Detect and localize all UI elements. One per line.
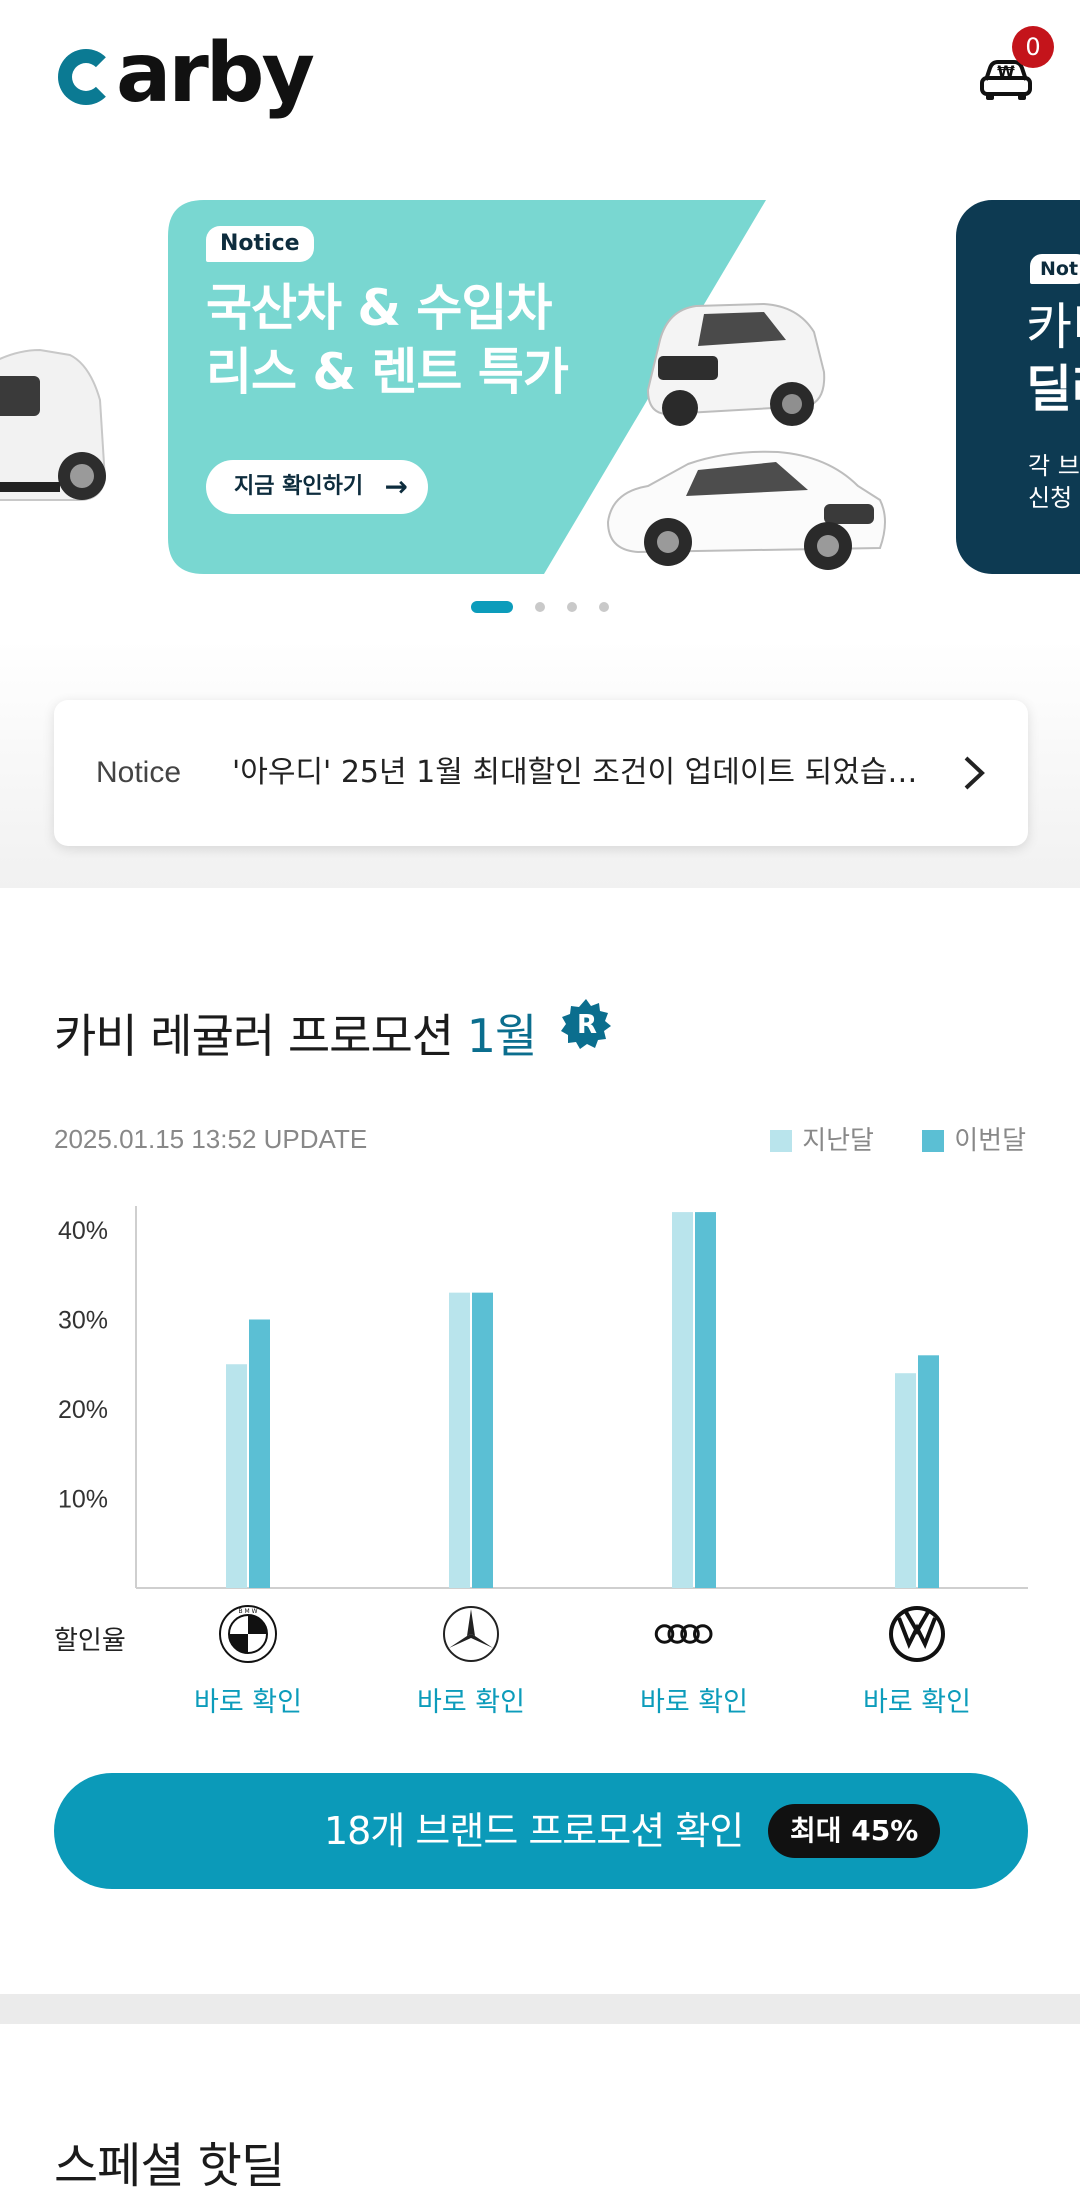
legend-item-prev: 지난달 (770, 1126, 874, 1156)
logo-c-mark (58, 49, 114, 105)
update-timestamp: 2025.01.15 13:52 UPDATE (54, 1124, 368, 1154)
next-banner-sub-line1: 각 브 (1028, 452, 1080, 480)
regular-badge-icon: R (561, 999, 611, 1049)
y-tick-label: 20% (58, 1396, 108, 1424)
all-brand-promo-label: 18개 브랜드 프로모션 확인 (324, 1809, 744, 1853)
bar-audi-curr (695, 1212, 716, 1588)
bar-volkswagen-prev (895, 1373, 916, 1588)
sedan-car-image (606, 450, 886, 570)
cart-count-badge: 0 (1012, 26, 1054, 68)
chart-legend: 지난달 이번달 (730, 1120, 1026, 1157)
svg-text:R: R (577, 1010, 597, 1040)
max-discount-badge: 최대 45% (768, 1804, 941, 1858)
next-banner-sub-line2: 신청 (1028, 484, 1073, 512)
volkswagen-logo-icon[interactable] (887, 1604, 947, 1664)
carousel-dot[interactable] (535, 601, 545, 612)
next-banner-headline-line1: 카비 (1026, 298, 1080, 356)
mercedes-logo-icon[interactable] (441, 1604, 501, 1664)
svg-text:B M W: B M W (238, 1608, 257, 1615)
all-brand-promo-button[interactable]: 18개 브랜드 프로모션 확인 최대 45% (54, 1773, 1028, 1889)
y-tick-label: 40% (58, 1217, 108, 1245)
bmw-logo-icon[interactable]: B M W (218, 1604, 278, 1664)
y-tick-label: 10% (58, 1486, 108, 1514)
next-banner-notice-tag: Not (1030, 254, 1080, 284)
next-banner-headline: 카비 딜러 (1026, 296, 1080, 420)
notice-text: '아우디' 25년 1월 최대할인 조건이 업데이트 되었습니다 (232, 755, 922, 790)
notice-ticker-card[interactable]: Notice '아우디' 25년 1월 최대할인 조건이 업데이트 되었습니다 (54, 700, 1028, 846)
section-divider (0, 1994, 1080, 2024)
banner-headline-line1: 국산차 & 수입차 (206, 279, 552, 337)
banner-cta-label: 지금 확인하기 (234, 474, 364, 499)
carousel-dot[interactable] (471, 600, 513, 613)
volkswagen-check-link[interactable]: 바로 확인 (837, 1680, 997, 1719)
bar-bmw-prev (226, 1364, 247, 1588)
banner-headline: 국산차 & 수입차 리스 & 렌트 특가 (206, 276, 569, 404)
carousel-dot[interactable] (599, 601, 609, 612)
promo-banner-carousel[interactable]: Notice 국산차 & 수입차 리스 & 렌트 특가 지금 확인하기 → No… (0, 200, 1080, 574)
carby-logo[interactable]: arby (58, 26, 315, 121)
banner-notice-tag: Notice (206, 226, 314, 262)
carousel-pagination (0, 596, 1080, 613)
promo-section-title: 카비 레귤러 프로모션 1월 (54, 1000, 538, 1066)
chevron-right-icon[interactable] (962, 754, 988, 792)
legend-swatch-curr (922, 1130, 945, 1152)
bar-mercedes-benz-curr (472, 1292, 493, 1588)
mercedes-check-link[interactable]: 바로 확인 (391, 1680, 551, 1719)
legend-label-curr: 이번달 (954, 1126, 1026, 1156)
mini-car-image (0, 348, 107, 501)
promo-title-month: 1월 (466, 1009, 538, 1063)
banner-headline-line2: 리스 & 렌트 특가 (206, 343, 569, 401)
y-tick-label: 30% (58, 1307, 108, 1335)
promo-banner-active[interactable]: Notice 국산차 & 수입차 리스 & 렌트 특가 지금 확인하기 → (168, 200, 908, 574)
notice-label: Notice (96, 756, 182, 789)
chart-plot-area: 40% 30% 20% 10% (58, 1206, 1028, 1589)
special-hotdeal-title: 스페셜 핫딜 (54, 2138, 285, 2194)
legend-item-curr: 이번달 (922, 1126, 1026, 1156)
app-header: arby ₩ 0 (0, 0, 1080, 160)
svg-text:₩: ₩ (997, 62, 1015, 81)
prev-banner-peek[interactable] (0, 200, 112, 574)
bmw-check-link[interactable]: 바로 확인 (168, 1680, 328, 1719)
carousel-dot[interactable] (567, 601, 577, 612)
next-banner-subtext: 각 브 신청 (1028, 450, 1080, 514)
discount-rate-label: 할인율 (54, 1626, 126, 1656)
bar-volkswagen-curr (918, 1355, 939, 1588)
logo-wordmark: arby (116, 26, 315, 121)
bar-bmw-curr (249, 1319, 270, 1588)
bar-mercedes-benz-prev (449, 1292, 470, 1588)
banner-check-now-button[interactable]: 지금 확인하기 → (206, 460, 428, 514)
promo-title-text: 카비 레귤러 프로모션 (54, 1009, 467, 1063)
audi-check-link[interactable]: 바로 확인 (614, 1680, 774, 1719)
next-banner-headline-line2: 딜러 (1026, 360, 1080, 418)
legend-swatch-prev (770, 1130, 793, 1152)
discount-rate-chart: 40% 30% 20% 10% (0, 1190, 1080, 1610)
audi-logo-icon[interactable] (654, 1604, 714, 1664)
arrow-right-icon: → (384, 470, 408, 503)
bar-audi-prev (672, 1212, 693, 1588)
next-banner-peek[interactable]: Not 카비 딜러 각 브 신청 (956, 200, 1080, 574)
suv-car-image (646, 302, 826, 426)
legend-label-prev: 지난달 (802, 1126, 874, 1156)
